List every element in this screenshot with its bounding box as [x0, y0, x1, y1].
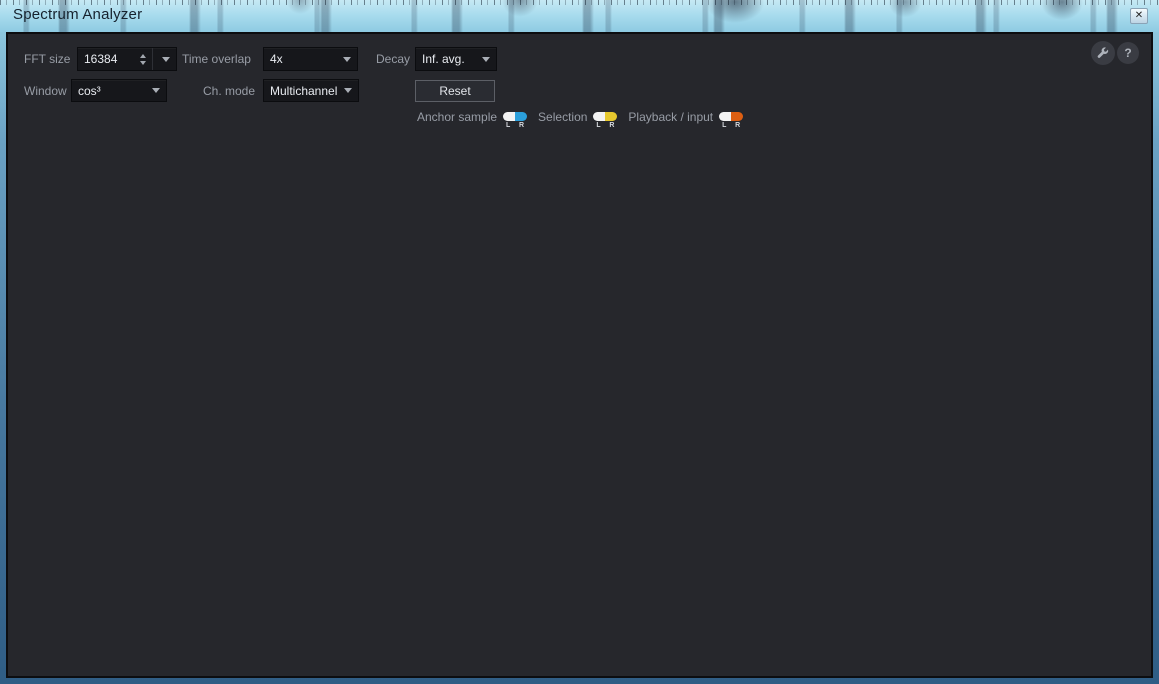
- selection-channel-badge[interactable]: LR: [593, 111, 617, 130]
- chevron-down-icon[interactable]: [162, 57, 170, 62]
- chevron-down-icon[interactable]: [152, 88, 160, 93]
- decay-value: Inf. avg.: [422, 52, 478, 66]
- legend-item-selection: Selection LR: [538, 111, 617, 130]
- channel-r-label: R: [735, 121, 740, 130]
- ch-mode-label: Ch. mode: [203, 79, 255, 103]
- anchor-sample-channel-badge[interactable]: LR: [503, 111, 527, 130]
- time-overlap-dropdown[interactable]: 4x: [263, 47, 358, 71]
- legend-item-anchor-sample: Anchor sample LR: [417, 111, 527, 130]
- fft-size-label: FFT size: [24, 47, 70, 71]
- window-fn-dropdown[interactable]: cos³: [71, 79, 167, 102]
- ch-mode-value: Multichannel: [270, 84, 340, 98]
- wrench-icon: [1096, 46, 1110, 60]
- channel-r-label: R: [609, 121, 614, 130]
- fft-size-value[interactable]: 16384: [84, 52, 135, 66]
- legend: Anchor sample LR Selection LR Playback /…: [417, 111, 743, 130]
- lr-pill-icon: [503, 112, 527, 121]
- channel-r-label: R: [519, 121, 524, 130]
- window-title: Spectrum Analyzer: [13, 6, 142, 23]
- legend-label: Playback / input: [628, 111, 713, 124]
- window-fn-label: Window: [24, 79, 67, 103]
- time-overlap-label: Time overlap: [182, 47, 251, 71]
- fft-size-stepper[interactable]: [140, 48, 153, 70]
- channel-l-label: L: [596, 121, 600, 130]
- fft-size-input[interactable]: 16384: [77, 47, 177, 71]
- settings-wrench-button[interactable]: [1091, 41, 1115, 65]
- lr-pill-icon: [719, 112, 743, 121]
- title-bar[interactable]: Spectrum Analyzer ✕: [0, 0, 1159, 32]
- time-overlap-value: 4x: [270, 52, 339, 66]
- lr-pill-icon: [593, 112, 617, 121]
- legend-label: Selection: [538, 111, 587, 124]
- decay-label: Decay: [376, 47, 410, 71]
- channel-l-label: L: [506, 121, 510, 130]
- ch-mode-dropdown[interactable]: Multichannel: [263, 79, 359, 102]
- chevron-down-icon[interactable]: [482, 57, 490, 62]
- legend-label: Anchor sample: [417, 111, 497, 124]
- spectrum-analyzer-window: 1015202530354045505560657075808590951001…: [0, 0, 1159, 684]
- spin-up-icon[interactable]: [140, 54, 146, 58]
- help-button[interactable]: ?: [1117, 42, 1139, 64]
- reset-button[interactable]: Reset: [415, 80, 495, 102]
- chevron-down-icon[interactable]: [344, 88, 352, 93]
- spin-down-icon[interactable]: [140, 61, 146, 65]
- close-button[interactable]: ✕: [1130, 8, 1148, 24]
- window-fn-value: cos³: [78, 84, 148, 98]
- playback-input-channel-badge[interactable]: LR: [719, 111, 743, 130]
- decay-dropdown[interactable]: Inf. avg.: [415, 47, 497, 71]
- channel-l-label: L: [722, 121, 726, 130]
- chevron-down-icon[interactable]: [343, 57, 351, 62]
- legend-item-playback-input: Playback / input LR: [628, 111, 743, 130]
